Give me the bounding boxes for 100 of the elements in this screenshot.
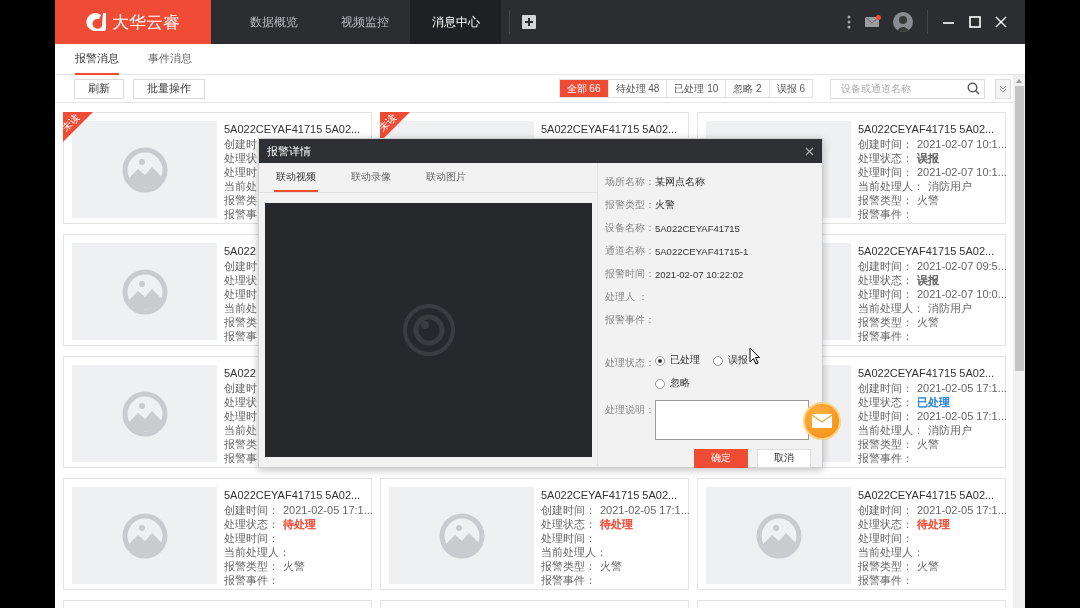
field-label: 处理状态： <box>224 517 279 531</box>
field-label: 创建时间： <box>858 137 913 151</box>
field-label: 处理时间： <box>858 531 913 545</box>
note-field[interactable] <box>655 400 809 440</box>
detail-value: 5A022CEYAF41715 <box>655 223 740 234</box>
alarm-card[interactable]: 5A022CEYAF41715 5A02... 创建时间： 2021-02-05 17:1... 处理状态： 待处理 处理时间： 当前处理人： 报警类型： 火警 报警事件： <box>63 478 372 590</box>
chevron-down-icon <box>999 84 1007 93</box>
nav-tab[interactable]: 数据概览 <box>228 0 319 44</box>
close-icon[interactable] <box>805 146 814 156</box>
field-value: 待处理 <box>917 517 950 531</box>
field-label: 报警类 <box>224 315 257 329</box>
card-title: 5A022CEYAF41715 5A02... <box>224 488 361 503</box>
status-radio[interactable]: 误报 <box>713 354 763 367</box>
detail-label: 报警时间： <box>605 268 655 281</box>
dialog-button[interactable]: 确定 <box>694 449 748 468</box>
image-icon <box>121 390 168 437</box>
more-icon[interactable] <box>847 15 851 29</box>
dialog-tab[interactable]: 联动图片 <box>424 163 468 192</box>
card-title: 5A022CEYAF41715 5A02... <box>858 366 995 381</box>
field-label: 报警类型： <box>224 559 279 573</box>
field-value: 2021-02-07 10:0... <box>917 287 1007 301</box>
field-label: 处理状 <box>224 395 257 409</box>
field-label: 报警类 <box>224 193 257 207</box>
maximize-icon[interactable] <box>969 16 981 28</box>
field-label: 报警事件： <box>224 573 279 587</box>
status-filter[interactable]: 误报 6 <box>768 79 813 98</box>
field-value: 消防用户 <box>928 179 972 193</box>
status-filter[interactable]: 全部 66 <box>558 79 609 98</box>
toolbar-button[interactable]: 批量操作 <box>133 78 205 99</box>
detail-label: 报警事件： <box>605 314 655 327</box>
field-label: 处理状态： <box>858 395 913 409</box>
envelope-icon <box>812 414 832 428</box>
field-value: 消防用户 <box>928 301 972 315</box>
field-label: 处理时间： <box>858 287 913 301</box>
field-label: 当前处理人： <box>541 545 607 559</box>
field-label: 报警类型： <box>858 559 913 573</box>
field-label: 处理状态： <box>541 517 596 531</box>
dialog-button[interactable]: 取消 <box>757 449 811 468</box>
scroll-up-icon[interactable] <box>1016 79 1022 83</box>
card-title: 5A022CEYAF41715 5A02... <box>541 122 678 137</box>
field-value: 2021-02-07 10:1... <box>917 165 1007 179</box>
field-label: 处理时 <box>224 165 257 179</box>
nav-tab[interactable]: 消息中心 <box>410 0 501 44</box>
field-label: 创建时 <box>224 381 257 395</box>
field-value: 2021-02-07 09:5... <box>917 259 1007 273</box>
message-tab[interactable]: 报警消息 <box>75 44 119 75</box>
field-label: 处理状态： <box>858 151 913 165</box>
alarm-card[interactable]: 5A022CEYAF41715 5A02... 创建时间： 2021-02-05 17:1... 处理状态： 待处理 处理时间： 当前处理人： 报警类型： 火警 报警事件： <box>380 478 689 590</box>
detail-label: 处理状态： <box>605 357 655 370</box>
add-icon[interactable] <box>522 15 536 29</box>
field-label: 报警类型： <box>858 315 913 329</box>
search-field[interactable]: 设备或通道名称 <box>830 78 985 99</box>
status-filter[interactable]: 忽略 2 <box>725 79 770 98</box>
field-value: 2021-02-05 17:1... <box>917 503 1007 517</box>
toolbar-button[interactable]: 刷新 <box>74 78 124 99</box>
field-value: 2021-02-05 17:1... <box>600 503 690 517</box>
field-label: 当前处理人： <box>858 545 924 559</box>
field-label: 当前处理人： <box>858 423 924 437</box>
dialog-tab[interactable]: 联动视频 <box>274 163 318 192</box>
field-value: 待处理 <box>283 517 316 531</box>
field-label: 处理状态： <box>858 273 913 287</box>
status-filter[interactable]: 已处理 10 <box>666 79 727 98</box>
user-avatar[interactable] <box>893 12 913 32</box>
field-label: 当前处理人： <box>858 301 924 315</box>
card-title: 5A022CEYAF41715 5A02... <box>858 122 995 137</box>
field-label: 创建时间： <box>541 503 596 517</box>
field-value: 火警 <box>917 315 939 329</box>
detail-label: 场所名称： <box>605 176 655 189</box>
field-label: 报警事 <box>224 207 257 221</box>
field-label: 处理时 <box>224 287 257 301</box>
field-label: 报警类型： <box>858 193 913 207</box>
field-label: 创建时 <box>224 137 257 151</box>
field-label: 创建时 <box>224 259 257 273</box>
alarm-card[interactable]: 5A022CEYAF41715 5A02... 创建时间： 2021-02-05 17:1... 处理状态： 待处理 处理时间： 当前处理人： 报警类型： 火警 报警事件： <box>697 478 1006 590</box>
card-title: 5A022CEYAF41715 5A02... <box>858 488 995 503</box>
message-tab[interactable]: 事件消息 <box>148 44 192 75</box>
field-label: 报警事件： <box>858 451 913 465</box>
field-label: 创建时间： <box>858 503 913 517</box>
scrollbar-thumb[interactable] <box>1014 86 1024 371</box>
field-label: 当前处 <box>224 423 257 437</box>
field-label: 报警事件： <box>858 207 913 221</box>
image-icon <box>438 512 485 559</box>
card-title: 5A022 <box>224 244 256 259</box>
field-label: 报警事 <box>224 329 257 343</box>
field-value: 火警 <box>917 437 939 451</box>
image-icon <box>755 512 802 559</box>
nav-tab[interactable]: 视频监控 <box>319 0 410 44</box>
detail-label: 报警类型： <box>605 199 655 212</box>
mail-icon[interactable] <box>865 17 879 27</box>
search-icon[interactable] <box>967 81 980 95</box>
app-logo: 大华云睿 <box>55 0 211 44</box>
field-label: 报警类 <box>224 437 257 451</box>
detail-label: 通道名称： <box>605 245 655 258</box>
field-value: 2021-02-07 10:1... <box>917 137 1007 151</box>
expand-button[interactable] <box>995 78 1011 99</box>
cursor-icon <box>749 347 760 365</box>
card-title: 5A022CEYAF41715 5A02... <box>224 122 361 137</box>
status-filter[interactable]: 待处理 48 <box>607 79 668 98</box>
scrollbar[interactable] <box>1013 75 1025 608</box>
field-label: 处理状态： <box>858 517 913 531</box>
